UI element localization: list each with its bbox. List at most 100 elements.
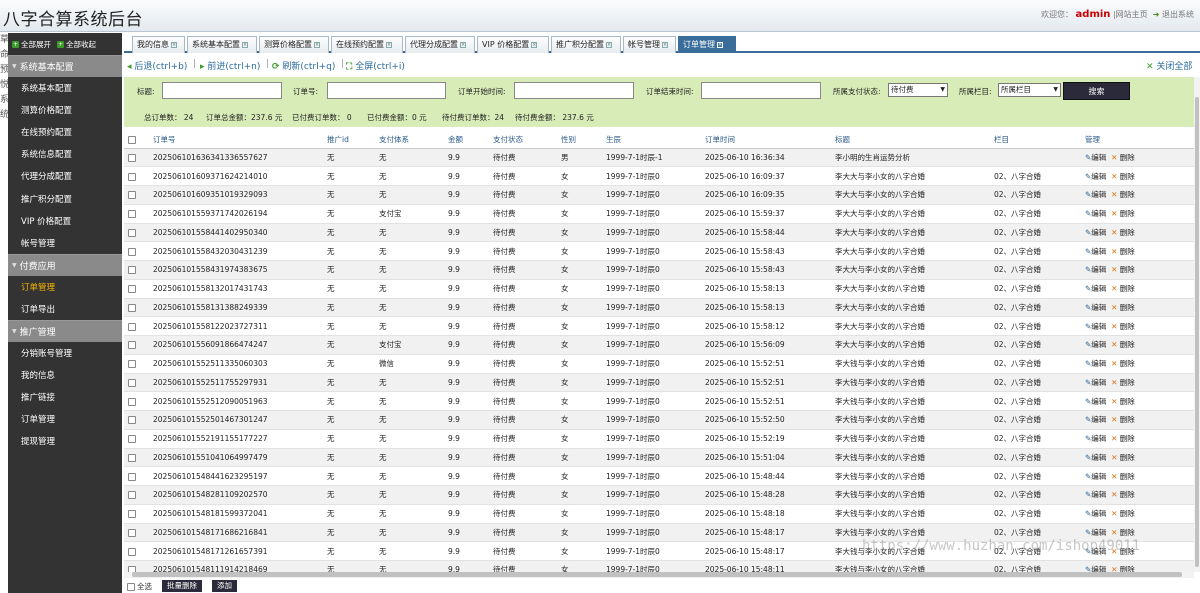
tab-price-config[interactable]: 测算价格配置 × — [259, 36, 329, 53]
search-button[interactable]: 搜索 — [1063, 82, 1130, 100]
column-select[interactable]: 所属栏目 ▼ — [998, 83, 1061, 97]
close-icon[interactable]: × — [314, 41, 320, 48]
checkbox[interactable] — [128, 547, 136, 556]
sidebar-item-booking-config[interactable]: 在线预约配置 — [8, 121, 122, 143]
close-icon[interactable]: × — [717, 41, 723, 48]
checkbox[interactable] — [128, 472, 136, 481]
checkbox[interactable] — [128, 172, 136, 181]
close-all-button[interactable]: ✕ 关闭全部 — [1146, 59, 1192, 72]
sidebar-section-system[interactable]: ▼ 系统基本配置 — [8, 55, 122, 77]
batch-delete-button[interactable]: 批量删除 — [162, 580, 202, 592]
delete-button[interactable]: ✕ 删除 — [1111, 378, 1135, 387]
delete-button[interactable]: ✕ 删除 — [1111, 340, 1135, 349]
edit-button[interactable]: ✎编辑 — [1085, 209, 1106, 218]
sidebar-item-my-info[interactable]: 我的信息 — [8, 364, 122, 386]
add-button[interactable]: 添加 — [212, 580, 237, 592]
checkbox[interactable] — [128, 303, 136, 312]
delete-button[interactable]: ✕ 删除 — [1111, 472, 1135, 481]
delete-button[interactable]: ✕ 删除 — [1111, 547, 1135, 556]
edit-button[interactable]: ✎编辑 — [1085, 434, 1106, 443]
delete-button[interactable]: ✕ 删除 — [1111, 303, 1135, 312]
delete-button[interactable]: ✕ 删除 — [1111, 509, 1135, 518]
close-icon[interactable]: × — [531, 41, 538, 48]
sidebar-section-paid-apps[interactable]: ▼ 付费应用 — [8, 253, 122, 276]
edit-button[interactable]: ✎编辑 — [1085, 415, 1106, 424]
checkbox[interactable] — [128, 378, 136, 387]
select-all-control[interactable]: 全选 — [127, 581, 152, 592]
sidebar-item-points-config[interactable]: 推广积分配置 — [8, 187, 122, 209]
tab-system-config[interactable]: 系统基本配置 × — [187, 36, 257, 53]
expand-all-button[interactable]: + 全部展开 — [12, 39, 51, 50]
checkbox[interactable] — [128, 153, 136, 162]
edit-button[interactable]: ✎编辑 — [1085, 547, 1106, 556]
checkbox[interactable] — [128, 416, 136, 425]
checkbox[interactable] — [128, 341, 136, 350]
sidebar-item-agent-config[interactable]: 代理分成配置 — [8, 165, 122, 187]
checkbox[interactable] — [127, 582, 135, 591]
close-icon[interactable]: × — [662, 41, 668, 48]
edit-button[interactable]: ✎编辑 — [1085, 359, 1106, 368]
sidebar-item-promo-link[interactable]: 推广链接 — [8, 386, 122, 408]
checkbox[interactable] — [128, 266, 136, 275]
edit-button[interactable]: ✎编辑 — [1085, 472, 1106, 481]
tab-booking-config[interactable]: 在线预约配置 × — [331, 36, 403, 53]
sidebar-item-withdrawals[interactable]: 提现管理 — [8, 430, 122, 452]
checkbox[interactable] — [128, 435, 136, 444]
tab-points-config[interactable]: 推广积分配置 × — [551, 36, 621, 53]
edit-button[interactable]: ✎编辑 — [1085, 228, 1106, 237]
close-icon[interactable]: × — [386, 41, 392, 48]
delete-button[interactable]: ✕ 删除 — [1111, 153, 1135, 162]
scroll-thumb[interactable] — [1195, 97, 1199, 567]
horizontal-scrollbar[interactable] — [124, 572, 1194, 577]
sidebar-item-orders[interactable]: 订单管理 — [8, 276, 122, 298]
close-icon[interactable]: × — [171, 41, 177, 48]
checkbox[interactable] — [128, 510, 136, 519]
close-icon[interactable]: × — [242, 41, 248, 48]
sidebar-item-system-config[interactable]: 系统基本配置 — [8, 77, 122, 99]
delete-button[interactable]: ✕ 删除 — [1111, 415, 1135, 424]
checkbox[interactable] — [128, 210, 136, 219]
title-input[interactable] — [162, 82, 282, 99]
delete-button[interactable]: ✕ 删除 — [1111, 247, 1135, 256]
sidebar-item-order-export[interactable]: 订单导出 — [8, 298, 122, 320]
checkbox[interactable] — [128, 397, 136, 406]
hscroll-thumb[interactable] — [132, 572, 1182, 577]
checkbox[interactable] — [128, 528, 136, 537]
tab-accounts[interactable]: 帐号管理 × — [623, 36, 676, 53]
pay-status-select[interactable]: 待付费 ▼ — [888, 83, 948, 97]
exit-link[interactable]: 退出系统 — [1162, 10, 1194, 19]
edit-button[interactable]: ✎编辑 — [1085, 303, 1106, 312]
sidebar-item-distributors[interactable]: 分销账号管理 — [8, 342, 122, 364]
checkbox[interactable] — [128, 322, 136, 331]
delete-button[interactable]: ✕ 删除 — [1111, 397, 1135, 406]
checkbox[interactable] — [128, 247, 136, 256]
close-icon[interactable]: × — [460, 41, 466, 48]
delete-button[interactable]: ✕ 删除 — [1111, 490, 1135, 499]
delete-button[interactable]: ✕ 删除 — [1111, 172, 1135, 181]
edit-button[interactable]: ✎编辑 — [1085, 340, 1106, 349]
tab-my-info[interactable]: 我的信息 × — [132, 36, 185, 53]
delete-button[interactable]: ✕ 删除 — [1111, 453, 1135, 462]
edit-button[interactable]: ✎编辑 — [1085, 453, 1106, 462]
tab-agent-config[interactable]: 代理分成配置 × — [405, 36, 475, 53]
back-button[interactable]: ◂ 后退(ctrl+b) — [127, 59, 187, 72]
checkbox[interactable] — [128, 191, 136, 200]
sidebar-item-accounts[interactable]: 帐号管理 — [8, 232, 122, 254]
sidebar-item-vip-config[interactable]: VIP 价格配置 — [8, 210, 122, 232]
home-link[interactable]: |网站主页 — [1113, 10, 1148, 19]
delete-button[interactable]: ✕ 删除 — [1111, 322, 1135, 331]
edit-button[interactable]: ✎编辑 — [1085, 190, 1106, 199]
checkbox[interactable] — [128, 453, 136, 462]
edit-button[interactable]: ✎编辑 — [1085, 378, 1106, 387]
tab-vip-config[interactable]: VIP 价格配置 × — [477, 36, 549, 53]
tab-orders[interactable]: 订单管理 × — [678, 36, 736, 53]
delete-button[interactable]: ✕ 删除 — [1111, 265, 1135, 274]
refresh-button[interactable]: ⟳ 刷新(ctrl+q) — [272, 59, 335, 72]
edit-button[interactable]: ✎编辑 — [1085, 490, 1106, 499]
checkbox[interactable] — [128, 136, 136, 145]
close-icon[interactable]: × — [606, 41, 612, 48]
fullscreen-button[interactable]: ⛶ 全屏(ctrl+i) — [346, 59, 405, 72]
edit-button[interactable]: ✎编辑 — [1085, 322, 1106, 331]
delete-button[interactable]: ✕ 删除 — [1111, 190, 1135, 199]
collapse-all-button[interactable]: + 全部收起 — [57, 39, 96, 50]
